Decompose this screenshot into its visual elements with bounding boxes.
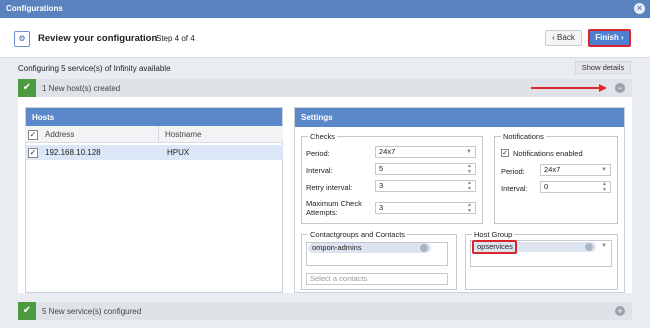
window-titlebar: Configurations × [0, 0, 650, 18]
hostgroup-legend: Host Group [474, 230, 513, 239]
hosts-table-header: ✓ Address Hostname [25, 126, 283, 143]
notif-interval-spinner[interactable]: 0 ▲ ▼ [540, 181, 611, 193]
contacts-select[interactable]: Select a contacts [306, 273, 448, 285]
notifications-legend: Notifications [503, 132, 544, 141]
interval-label: Interval: [306, 166, 333, 175]
finish-button[interactable]: Finish › [588, 29, 631, 47]
highlight-box [472, 240, 517, 254]
annotation-arrow [531, 87, 601, 89]
max-attempts-label: Maximum Check Attempts: [306, 199, 362, 217]
select-all-checkbox[interactable]: ✓ [28, 130, 38, 140]
section-title: 1 New host(s) created [42, 84, 121, 93]
remove-tag-icon[interactable] [420, 244, 428, 252]
divider [0, 57, 650, 58]
configuring-summary: Configuring 5 service(s) of Infinity ava… [18, 64, 171, 73]
period-select[interactable]: 24x7 ▼ [375, 146, 476, 158]
spinner-arrows-icon[interactable]: ▲ ▼ [467, 202, 472, 214]
column-hostname: Hostname [165, 130, 202, 139]
step-indicator: Step 4 of 4 [156, 34, 195, 43]
remove-tag-icon[interactable] [585, 243, 593, 251]
notif-period-label: Period: [501, 167, 525, 176]
page-title: Review your configuration [38, 33, 158, 44]
contacts-legend: Contactgroups and Contacts [310, 230, 406, 239]
notifications-enabled-label: Notifications enabled [513, 149, 583, 158]
check-icon: ✔ [18, 302, 36, 320]
back-label: Back [557, 33, 575, 42]
spinner-arrows-icon[interactable]: ▲ ▼ [602, 181, 607, 193]
row-address: 192.168.10.128 [45, 148, 101, 157]
check-icon: ✔ [18, 79, 36, 97]
contactgroup-tag-label: ompon-admins [312, 243, 362, 252]
interval-value: 5 [379, 164, 384, 173]
row-checkbox[interactable]: ✓ [28, 148, 38, 158]
chevron-right-icon: › [618, 33, 624, 42]
configuration-icon: ⚙ [14, 31, 30, 47]
notif-interval-label: Interval: [501, 184, 528, 193]
spinner-arrows-icon[interactable]: ▲ ▼ [467, 180, 472, 192]
annotation-arrow-head [599, 84, 607, 92]
collapse-icon[interactable]: − [615, 83, 625, 93]
retry-interval-label: Retry interval: [306, 183, 353, 192]
back-button[interactable]: ‹ Back [545, 30, 582, 46]
finish-label: Finish [595, 33, 619, 42]
period-value: 24x7 [379, 147, 396, 156]
retry-interval-value: 3 [379, 181, 384, 190]
retry-interval-spinner[interactable]: 3 ▲ ▼ [375, 180, 476, 192]
notif-period-value: 24x7 [544, 165, 561, 174]
checks-legend: Checks [310, 132, 336, 141]
notif-period-select[interactable]: 24x7 ▼ [540, 164, 611, 176]
max-attempts-spinner[interactable]: 3 ▲ ▼ [375, 202, 476, 214]
contactgroup-tag[interactable]: ompon-admins [308, 243, 431, 253]
max-attempts-value: 3 [379, 203, 384, 212]
services-configured-section[interactable]: ✔ 5 New service(s) configured + [18, 302, 632, 320]
show-details-button[interactable]: Show details [575, 61, 631, 74]
notif-interval-value: 0 [544, 182, 549, 191]
row-hostname: HPUX [167, 148, 190, 157]
chevron-down-icon: ▼ [601, 243, 607, 249]
hosts-panel-title: Hosts [26, 108, 282, 127]
spinner-arrows-icon[interactable]: ▲ ▼ [467, 163, 472, 175]
contacts-placeholder: Select a contacts [310, 274, 368, 283]
chevron-down-icon: ▼ [466, 149, 472, 155]
column-divider [158, 126, 159, 143]
period-label: Period: [306, 149, 330, 158]
interval-spinner[interactable]: 5 ▲ ▼ [375, 163, 476, 175]
chevron-down-icon: ▼ [601, 167, 607, 173]
column-address: Address [45, 130, 75, 139]
table-row[interactable]: ✓ 192.168.10.128 HPUX [25, 145, 283, 160]
expand-icon[interactable]: + [615, 306, 625, 316]
section-title: 5 New service(s) configured [42, 307, 142, 316]
settings-panel-title: Settings [295, 108, 624, 127]
close-icon[interactable]: × [634, 3, 645, 14]
window-title: Configurations [6, 4, 63, 13]
notifications-checkbox[interactable]: ✓ [501, 149, 509, 157]
notifications-fieldset: Notifications [494, 132, 618, 224]
